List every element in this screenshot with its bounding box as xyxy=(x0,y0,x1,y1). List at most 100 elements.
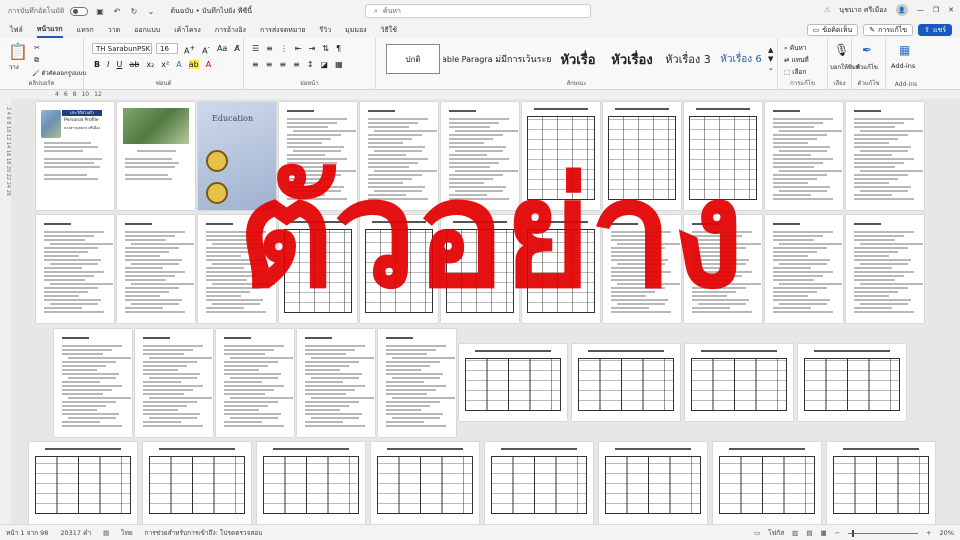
style-no-spacing[interactable]: ไม่มีการเว้นระยะ xyxy=(496,44,551,74)
tab-5[interactable]: เค้าโครง xyxy=(174,22,201,38)
tab-6[interactable]: การอ้างอิง xyxy=(215,22,246,38)
focus-icon[interactable]: ▭ xyxy=(754,529,760,537)
addins-icon[interactable]: ▦ xyxy=(899,43,910,57)
shrink-font-icon[interactable]: A- xyxy=(202,44,210,56)
multilevel-icon[interactable]: ⋮ xyxy=(280,44,288,53)
document-canvas[interactable]: ประวัติส่วนตัว Personal Profile นางสาวนุ… xyxy=(11,99,960,524)
search-box[interactable]: ⌕ ค้นหา xyxy=(365,4,591,18)
page-thumbnail[interactable] xyxy=(257,442,365,524)
style-table-paragraph[interactable]: Table Paragrap xyxy=(443,44,493,74)
copy-icon[interactable]: ⧉ xyxy=(34,56,39,65)
page-thumbnail[interactable] xyxy=(279,215,357,323)
zoom-level[interactable]: 20% xyxy=(940,529,954,537)
tab-9[interactable]: มุมมอง xyxy=(345,22,366,38)
font-size-select[interactable]: 16 xyxy=(156,43,178,54)
style-heading-1[interactable]: หัวเรื่อ xyxy=(553,44,603,74)
comments-button[interactable]: ▭ ข้อคิดเห็น xyxy=(806,24,859,36)
horizontal-ruler[interactable]: 4 6 8 10 12 xyxy=(0,90,960,99)
strikethrough-icon[interactable]: ab xyxy=(129,60,139,69)
shading-icon[interactable]: ◪ xyxy=(321,60,329,69)
customize-quick-access-icon[interactable]: ⌄ xyxy=(145,6,156,17)
tab-0[interactable]: ไฟล์ xyxy=(10,22,23,38)
tab-1[interactable]: หน้าแรก xyxy=(36,22,63,38)
page-thumbnail[interactable] xyxy=(198,215,276,323)
font-color-icon[interactable]: A xyxy=(206,60,211,69)
font-name-select[interactable]: TH SarabunPSK xyxy=(92,43,152,54)
addins-button-label[interactable]: Add-ins xyxy=(891,62,915,70)
style-heading-3[interactable]: หัวเรื่อง 3 xyxy=(661,44,715,74)
page-thumbnail[interactable] xyxy=(765,102,843,210)
web-layout-icon[interactable]: ▦ xyxy=(820,529,826,537)
superscript-icon[interactable]: x² xyxy=(161,60,169,69)
undo-icon[interactable]: ↶ xyxy=(111,6,122,17)
page-thumbnail-photo[interactable] xyxy=(117,102,195,210)
user-name[interactable]: นุชนาถ ศรีเมือง xyxy=(839,5,887,16)
page-thumbnail[interactable] xyxy=(522,102,600,210)
page-thumbnail[interactable] xyxy=(360,215,438,323)
share-button[interactable]: ⇪ แชร์ xyxy=(918,24,952,36)
select-button[interactable]: ⬚ เลือก xyxy=(784,66,809,78)
close-icon[interactable]: ✕ xyxy=(948,6,954,14)
increase-indent-icon[interactable]: ⇥ xyxy=(309,44,316,53)
cut-icon[interactable]: ✂ xyxy=(34,44,40,52)
replace-button[interactable]: ⇄ แทนที่ xyxy=(784,54,809,66)
sort-icon[interactable]: ⇅ xyxy=(322,44,329,53)
save-icon[interactable]: ▣ xyxy=(94,6,105,17)
zoom-out-icon[interactable]: − xyxy=(835,529,840,537)
read-mode-icon[interactable]: ▥ xyxy=(792,529,798,537)
grow-font-icon[interactable]: A+ xyxy=(184,44,195,56)
pilcrow-icon[interactable]: ¶ xyxy=(336,44,341,53)
style-normal[interactable]: ปกติ xyxy=(386,44,440,74)
restore-icon[interactable]: ❐ xyxy=(933,6,939,14)
clear-format-icon[interactable]: A̸ xyxy=(234,44,239,56)
focus-label[interactable]: โฟกัส xyxy=(768,528,784,538)
language[interactable]: ไทย xyxy=(121,528,132,538)
page-thumbnail[interactable] xyxy=(827,442,935,524)
page-thumbnail[interactable] xyxy=(765,215,843,323)
page-thumbnail[interactable] xyxy=(684,102,762,210)
page-thumbnail[interactable] xyxy=(441,215,519,323)
microphone-icon[interactable]: 🎙 xyxy=(834,43,849,57)
find-button[interactable]: ⌕ ค้นหา xyxy=(784,42,809,54)
tab-2[interactable]: แทรก xyxy=(77,22,94,38)
italic-icon[interactable]: I xyxy=(107,60,109,69)
page-thumbnail[interactable] xyxy=(371,442,479,524)
page-count[interactable]: หน้า 1 จาก 98 xyxy=(6,528,48,538)
style-heading-6[interactable]: หัวเรื่อง 6 xyxy=(718,44,764,74)
text-effects-icon[interactable]: A xyxy=(176,60,181,69)
page-thumbnail[interactable] xyxy=(54,329,132,437)
avatar[interactable]: 👤 xyxy=(895,4,908,16)
page-thumbnail[interactable] xyxy=(685,344,793,421)
page-thumbnail[interactable] xyxy=(522,215,600,323)
page-thumbnail[interactable] xyxy=(846,102,924,210)
word-count[interactable]: 20317 คำ xyxy=(60,528,91,538)
decrease-indent-icon[interactable]: ⇤ xyxy=(295,44,302,53)
print-layout-icon[interactable]: ▤ xyxy=(806,529,812,537)
vertical-ruler[interactable]: 2 4 6 8 10 12 14 16 18 20 22 24 26 xyxy=(0,99,11,524)
editing-mode-button[interactable]: ✎ การแก้ไข xyxy=(863,24,914,36)
page-thumbnail[interactable] xyxy=(603,102,681,210)
page-thumbnail[interactable] xyxy=(684,215,762,323)
numbering-icon[interactable]: ≡ xyxy=(266,44,273,53)
line-spacing-icon[interactable]: ↕ xyxy=(307,60,314,69)
zoom-in-icon[interactable]: + xyxy=(926,529,931,537)
underline-icon[interactable]: U xyxy=(116,60,122,69)
tab-8[interactable]: รีวิว xyxy=(320,22,332,38)
page-thumbnail[interactable] xyxy=(713,442,821,524)
page-thumbnail[interactable] xyxy=(360,102,438,210)
subscript-icon[interactable]: x₂ xyxy=(146,60,154,69)
highlight-icon[interactable]: ab xyxy=(188,60,199,69)
proofing-icon[interactable]: ▤ xyxy=(103,529,109,537)
autosave-toggle[interactable] xyxy=(70,6,89,16)
styles-scroll[interactable]: ▲ ▼ ⌄ xyxy=(768,46,774,73)
tab-10[interactable]: วิธีใช้ xyxy=(381,22,397,38)
page-thumbnail[interactable] xyxy=(279,102,357,210)
document-title[interactable]: ต้นฉบับ • บันทึกไปยัง พีซีนี้ xyxy=(170,6,252,17)
bold-icon[interactable]: B xyxy=(94,60,100,69)
align-left-icon[interactable]: ≡ xyxy=(252,60,259,69)
page-thumbnail[interactable] xyxy=(297,329,375,437)
zoom-slider[interactable] xyxy=(848,529,919,537)
page-thumbnail[interactable] xyxy=(441,102,519,210)
align-center-icon[interactable]: ≡ xyxy=(266,60,273,69)
tab-4[interactable]: ออกแบบ xyxy=(134,22,160,38)
